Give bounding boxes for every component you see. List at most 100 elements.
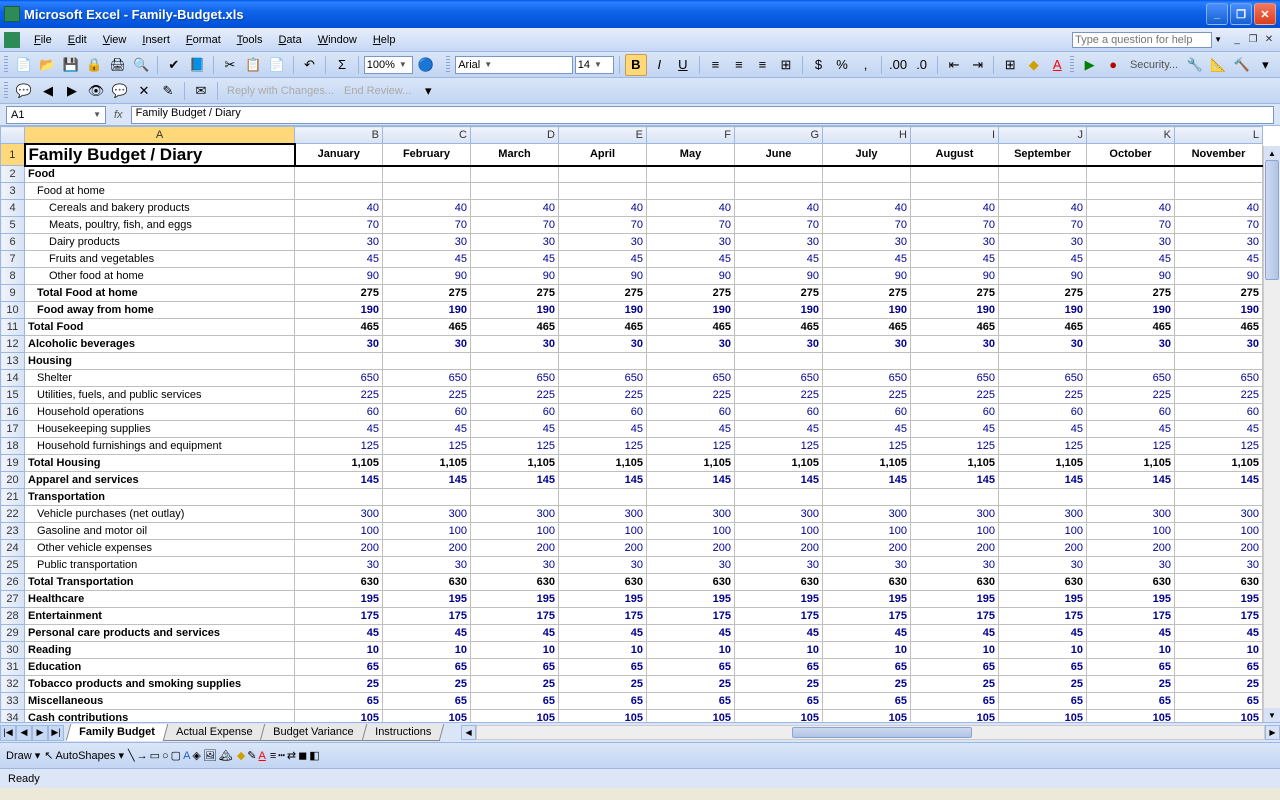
- cell-value[interactable]: 10: [383, 642, 471, 659]
- permission-button[interactable]: 🔒: [84, 54, 106, 76]
- cell-value[interactable]: 40: [999, 200, 1087, 217]
- scroll-up-icon[interactable]: ▲: [1264, 146, 1280, 160]
- cell-empty[interactable]: [383, 183, 471, 200]
- merge-center-button[interactable]: ⊞: [775, 54, 797, 76]
- cell-value[interactable]: 45: [999, 251, 1087, 268]
- row-header-10[interactable]: 10: [1, 302, 25, 319]
- cell-value[interactable]: 30: [911, 557, 999, 574]
- menu-insert[interactable]: Insert: [134, 32, 178, 48]
- cell-value[interactable]: 30: [383, 234, 471, 251]
- cell-empty[interactable]: [911, 166, 999, 183]
- cell-value[interactable]: 30: [295, 336, 383, 353]
- cell-value[interactable]: 1,105: [1087, 455, 1175, 472]
- row-label[interactable]: Total Transportation: [25, 574, 295, 591]
- cell-empty[interactable]: [647, 489, 735, 506]
- cell-value[interactable]: 145: [295, 472, 383, 489]
- cell-value[interactable]: 105: [295, 710, 383, 723]
- textbox-button[interactable]: ▢: [171, 749, 181, 762]
- month-header[interactable]: August: [911, 144, 999, 166]
- menu-help[interactable]: Help: [365, 32, 404, 48]
- cell-value[interactable]: 45: [911, 251, 999, 268]
- col-header-L[interactable]: L: [1175, 127, 1263, 144]
- cell-empty[interactable]: [559, 489, 647, 506]
- row-header-26[interactable]: 26: [1, 574, 25, 591]
- cell-value[interactable]: 65: [295, 693, 383, 710]
- cell-value[interactable]: 105: [1175, 710, 1263, 723]
- cell-value[interactable]: 65: [735, 693, 823, 710]
- cell-value[interactable]: 70: [911, 217, 999, 234]
- row-label[interactable]: Total Food at home: [25, 285, 295, 302]
- cell-value[interactable]: 65: [471, 659, 559, 676]
- cell-value[interactable]: 30: [735, 234, 823, 251]
- row-label[interactable]: Housekeeping supplies: [25, 421, 295, 438]
- decrease-decimal-button[interactable]: .0: [911, 54, 933, 76]
- row-label[interactable]: Alcoholic beverages: [25, 336, 295, 353]
- row-header-22[interactable]: 22: [1, 506, 25, 523]
- cell-empty[interactable]: [383, 353, 471, 370]
- print-preview-button[interactable]: 🔍: [131, 54, 153, 76]
- cell-value[interactable]: 10: [999, 642, 1087, 659]
- cell-empty[interactable]: [911, 353, 999, 370]
- cell-value[interactable]: 630: [1175, 574, 1263, 591]
- save-button[interactable]: 💾: [60, 54, 82, 76]
- maximize-button[interactable]: ❐: [1230, 3, 1252, 25]
- cell-value[interactable]: 25: [1087, 676, 1175, 693]
- sheet-tab-actual-expense[interactable]: Actual Expense: [163, 724, 266, 741]
- cell-value[interactable]: 275: [559, 285, 647, 302]
- cell-value[interactable]: 145: [823, 472, 911, 489]
- cell-value[interactable]: 300: [1087, 506, 1175, 523]
- undo-button[interactable]: ↶: [299, 54, 321, 76]
- month-header[interactable]: October: [1087, 144, 1175, 166]
- cell-empty[interactable]: [999, 166, 1087, 183]
- row-label[interactable]: Household furnishings and equipment: [25, 438, 295, 455]
- cell-value[interactable]: 465: [911, 319, 999, 336]
- cell-empty[interactable]: [471, 489, 559, 506]
- cell-value[interactable]: 225: [1175, 387, 1263, 404]
- cell-value[interactable]: 630: [559, 574, 647, 591]
- cell-value[interactable]: 30: [999, 336, 1087, 353]
- picture-button[interactable]: 🏔: [219, 749, 233, 762]
- cell-value[interactable]: 225: [823, 387, 911, 404]
- cell-value[interactable]: 225: [911, 387, 999, 404]
- dash-style-button[interactable]: ┅: [278, 749, 285, 762]
- autoshapes-menu[interactable]: AutoShapes ▾: [55, 749, 124, 762]
- cell-value[interactable]: 275: [1087, 285, 1175, 302]
- toolbar-options-icon[interactable]: ▾: [1255, 54, 1277, 76]
- cell-value[interactable]: 195: [559, 591, 647, 608]
- cell-value[interactable]: 100: [1087, 523, 1175, 540]
- row-header-5[interactable]: 5: [1, 217, 25, 234]
- cell-value[interactable]: 65: [999, 693, 1087, 710]
- tab-last-button[interactable]: ▶|: [48, 725, 64, 741]
- row-header-34[interactable]: 34: [1, 710, 25, 723]
- cell-value[interactable]: 45: [735, 251, 823, 268]
- cell-value[interactable]: 65: [383, 659, 471, 676]
- cell-value[interactable]: 650: [1087, 370, 1175, 387]
- underline-button[interactable]: U: [672, 54, 694, 76]
- row-label[interactable]: Reading: [25, 642, 295, 659]
- cell-value[interactable]: 105: [999, 710, 1087, 723]
- tab-prev-button[interactable]: ◀: [16, 725, 32, 741]
- borders-button[interactable]: ⊞: [999, 54, 1021, 76]
- cell-value[interactable]: 90: [999, 268, 1087, 285]
- cell-empty[interactable]: [735, 489, 823, 506]
- col-header-C[interactable]: C: [383, 127, 471, 144]
- cell-value[interactable]: 1,105: [471, 455, 559, 472]
- cell-value[interactable]: 10: [295, 642, 383, 659]
- cell-value[interactable]: 195: [471, 591, 559, 608]
- cell-empty[interactable]: [911, 183, 999, 200]
- cell-value[interactable]: 65: [823, 659, 911, 676]
- row-header-32[interactable]: 32: [1, 676, 25, 693]
- cell-value[interactable]: 45: [1175, 421, 1263, 438]
- col-header-E[interactable]: E: [559, 127, 647, 144]
- cell-value[interactable]: 175: [295, 608, 383, 625]
- row-header-12[interactable]: 12: [1, 336, 25, 353]
- cell-value[interactable]: 25: [911, 676, 999, 693]
- cell-value[interactable]: 100: [735, 523, 823, 540]
- col-header-H[interactable]: H: [823, 127, 911, 144]
- open-button[interactable]: 📂: [36, 54, 58, 76]
- help-dropdown-icon[interactable]: ▼: [1214, 35, 1222, 44]
- font-color-draw-button[interactable]: A: [259, 750, 266, 762]
- cell-value[interactable]: 630: [823, 574, 911, 591]
- cell-value[interactable]: 200: [1175, 540, 1263, 557]
- menu-view[interactable]: View: [95, 32, 135, 48]
